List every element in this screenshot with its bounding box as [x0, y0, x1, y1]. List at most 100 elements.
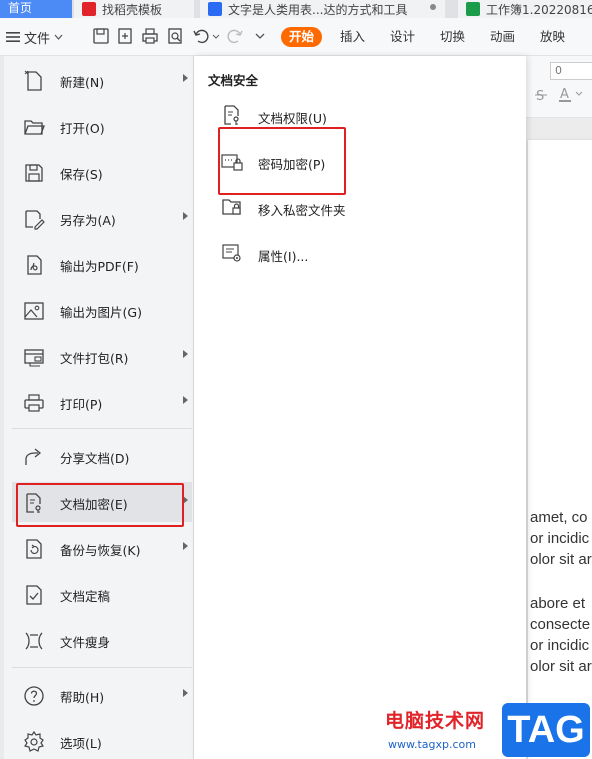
tab-home-label: 首页 [8, 0, 33, 15]
doc-text-line: amet, co [530, 509, 588, 526]
help-icon [24, 686, 44, 706]
template-app-icon [82, 2, 96, 16]
submenu-item-properties[interactable]: 属性(I)... [214, 236, 514, 272]
encrypt-highlight-box [16, 483, 184, 527]
doc-text-line: or incidic [530, 530, 590, 547]
undo-dropdown-icon[interactable] [212, 34, 220, 39]
package-icon [24, 349, 44, 367]
word-app-icon [208, 2, 222, 16]
menu-item-label: 打开(O) [60, 121, 105, 136]
menu-item-label: 备份与恢复(K) [60, 543, 141, 558]
print-icon[interactable] [141, 27, 159, 45]
font-size-field[interactable]: 0 [550, 62, 592, 80]
tab-modified-dot [430, 4, 436, 10]
ribbon-tab-animation[interactable]: 动画 [490, 27, 515, 47]
font-color-icon[interactable]: A [558, 86, 588, 102]
menu-divider [12, 428, 192, 429]
new-file-icon [24, 70, 42, 91]
file-menu-panel: 新建(N) 打开(O) 保存(S) 另存为(A) 输出为PDF(F) 输出为图片… [4, 56, 194, 759]
submenu-arrow-icon [183, 542, 188, 550]
menu-item-label: 文档定稿 [60, 589, 111, 604]
save-icon [25, 164, 43, 182]
menu-item-new[interactable]: 新建(N) [12, 60, 192, 100]
menu-item-print[interactable]: 打印(P) [12, 382, 192, 422]
undo-icon[interactable] [192, 27, 210, 45]
toolbar: 文件 开始 插入 设计 切换 动画 放映 [0, 18, 592, 56]
chevron-down-icon [54, 34, 63, 40]
tab-home[interactable]: 首页 [0, 0, 72, 18]
menu-item-package[interactable]: 文件打包(R) [12, 336, 192, 376]
menu-item-save[interactable]: 保存(S) [12, 152, 192, 192]
menu-item-label: 打印(P) [60, 397, 103, 412]
watermark-url: www.tagxp.com [388, 738, 476, 751]
doc-text-line: olor sit ar [530, 658, 592, 675]
file-menu-button[interactable]: 文件 [6, 26, 63, 48]
menu-item-save-as[interactable]: 另存为(A) [12, 198, 192, 238]
export-icon[interactable] [116, 27, 134, 45]
menu-item-label: 文件瘦身 [60, 635, 111, 650]
menu-item-label: 文件打包(R) [60, 351, 129, 366]
menu-item-export-pdf[interactable]: 输出为PDF(F) [12, 244, 192, 284]
share-icon [25, 448, 42, 465]
ribbon-tab-slideshow[interactable]: 放映 [540, 27, 565, 47]
menu-item-label: 保存(S) [60, 167, 103, 182]
doc-text-line: olor sit ar [530, 551, 592, 568]
ribbon-tab-design[interactable]: 设计 [390, 27, 415, 47]
tab-workbook-label: 工作簿1.20220816 [486, 2, 592, 17]
ribbon-tab-transition[interactable]: 切换 [440, 27, 465, 47]
hamburger-icon [6, 32, 20, 42]
strikethrough-icon[interactable]: S [534, 88, 548, 102]
finalize-icon [26, 585, 42, 605]
doc-permission-icon [224, 105, 239, 125]
svg-text:A: A [560, 87, 569, 102]
menu-item-export-image[interactable]: 输出为图片(G) [12, 290, 192, 330]
folder-open-icon [24, 120, 45, 135]
print-icon [24, 394, 44, 412]
quick-access-dropdown-icon[interactable] [255, 32, 265, 40]
submenu-title: 文档安全 [208, 73, 259, 88]
menu-item-label: 帮助(H) [60, 690, 105, 705]
submenu-arrow-icon [183, 350, 188, 358]
doc-text-line: abore et [530, 595, 586, 612]
watermark-text: 电脑技术网 [385, 710, 486, 732]
doc-text-line: or incidic [530, 637, 590, 654]
menu-item-finalize[interactable]: 文档定稿 [12, 574, 192, 614]
tab-template[interactable]: 找稻壳模板 [74, 0, 194, 18]
image-icon [24, 302, 44, 320]
tab-document[interactable]: 文字是人类用表...达的方式和工具 [200, 0, 445, 18]
submenu-arrow-icon [183, 396, 188, 404]
redo-icon[interactable] [226, 27, 244, 45]
submenu-item-label: 移入私密文件夹 [258, 203, 346, 218]
tab-document-label: 文字是人类用表...达的方式和工具 [228, 2, 408, 17]
ribbon-tab-insert[interactable]: 插入 [340, 27, 365, 47]
menu-item-label: 输出为图片(G) [60, 305, 142, 320]
sub-ribbon: 0 S A [520, 56, 592, 118]
menu-item-help[interactable]: 帮助(H) [12, 675, 192, 715]
menu-item-slim[interactable]: 文件瘦身 [12, 620, 192, 660]
menu-item-label: 输出为PDF(F) [60, 259, 139, 274]
menu-item-open[interactable]: 打开(O) [12, 106, 192, 146]
tab-template-label: 找稻壳模板 [102, 2, 163, 17]
menu-item-label: 新建(N) [60, 75, 105, 90]
submenu-item-label: 文档权限(U) [258, 111, 327, 126]
menu-item-backup[interactable]: 备份与恢复(K) [12, 528, 192, 568]
ribbon-tab-home[interactable]: 开始 [281, 27, 323, 47]
private-folder-icon [222, 199, 241, 215]
submenu-arrow-icon [183, 689, 188, 697]
settings-icon [24, 730, 44, 752]
pdf-icon [27, 255, 42, 275]
menu-item-share[interactable]: 分享文档(D) [12, 436, 192, 476]
submenu-arrow-icon [183, 74, 188, 82]
menu-item-options[interactable]: 选项(L) [12, 721, 192, 759]
browser-tab-strip: 首页 找稻壳模板 文字是人类用表...达的方式和工具 工作簿1.20220816 [0, 0, 592, 18]
menu-item-label: 选项(L) [60, 736, 102, 751]
watermark-badge: TAG [502, 703, 590, 757]
menu-item-label: 分享文档(D) [60, 451, 130, 466]
properties-icon [222, 244, 241, 262]
submenu-item-private-folder[interactable]: 移入私密文件夹 [214, 190, 514, 226]
password-highlight-box [218, 127, 346, 195]
file-menu-label: 文件 [24, 31, 51, 47]
tab-workbook[interactable]: 工作簿1.20220816 [458, 0, 592, 18]
print-preview-icon[interactable] [166, 27, 184, 45]
save-icon[interactable] [92, 27, 110, 45]
